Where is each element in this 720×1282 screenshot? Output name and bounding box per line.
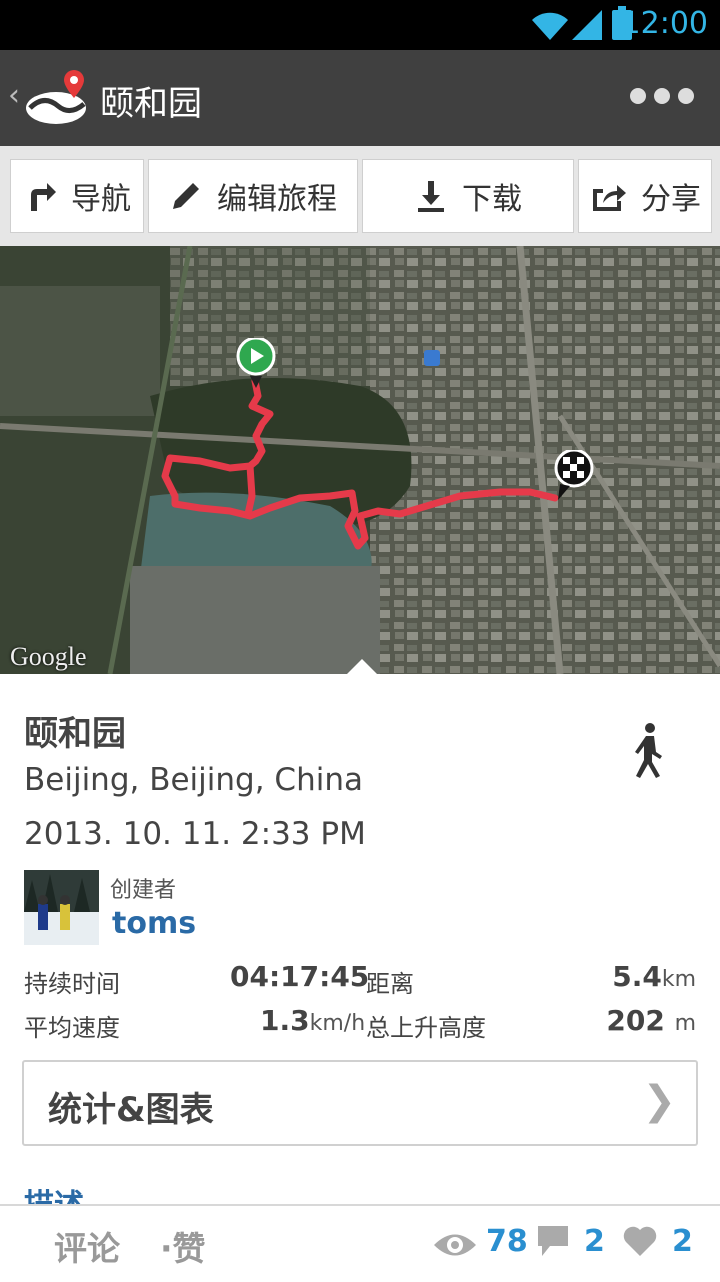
duration-value: 04:17:45 [230, 960, 370, 993]
signal-icon [572, 10, 602, 40]
start-marker-icon[interactable] [236, 338, 276, 390]
ascent-label: 总上升高度 [366, 1014, 486, 1042]
heart-icon[interactable] [622, 1224, 658, 1258]
toolbar: 导航 编辑旅程 下载 分享 [0, 146, 720, 246]
comment-button[interactable]: 评论 [54, 1222, 120, 1270]
description-link[interactable]: 描述 [24, 1180, 84, 1206]
satellite-map-image [0, 246, 720, 674]
action-bar: ‹ 颐和园 [0, 50, 720, 146]
download-icon [418, 181, 444, 212]
ascent-value: 202 m [606, 1004, 696, 1037]
route-title: 颐和园 [24, 714, 126, 754]
overflow-menu-icon[interactable] [630, 88, 694, 104]
navigate-icon [31, 183, 56, 211]
walk-icon [635, 723, 662, 778]
map-attribution: Google [10, 642, 87, 671]
status-time: 12:00 [621, 6, 708, 41]
share-button[interactable]: 分享 [578, 159, 712, 233]
comment-icon[interactable] [536, 1224, 570, 1258]
map-pointer [346, 659, 378, 674]
comments-count: 2 [584, 1224, 605, 1259]
edit-trip-button[interactable]: 编辑旅程 [148, 159, 358, 233]
avg-speed-label: 平均速度 [24, 1014, 120, 1042]
wifi-icon [532, 12, 568, 41]
duration-label: 持续时间 [24, 970, 120, 998]
views-count: 78 [486, 1224, 528, 1259]
share-icon [593, 185, 626, 211]
creator-name-link[interactable]: toms [112, 906, 196, 941]
download-button[interactable]: 下载 [362, 159, 574, 233]
likes-count: 2 [672, 1224, 693, 1259]
back-icon[interactable]: ‹ [8, 78, 20, 113]
share-label: 分享 [641, 182, 701, 217]
page-title: 颐和园 [100, 84, 202, 124]
distance-label: 距离 [366, 970, 414, 998]
creator-label: 创建者 [110, 878, 177, 903]
edit-label: 编辑旅程 [217, 182, 337, 217]
eye-icon [434, 1234, 476, 1256]
avg-speed-value: 1.3km/h [260, 1004, 366, 1037]
avatar[interactable] [24, 870, 99, 945]
app-logo-icon[interactable] [24, 68, 94, 128]
distance-value: 5.4km [612, 960, 696, 993]
navigate-label: 导航 [71, 182, 131, 217]
status-bar: 12:00 [0, 0, 720, 50]
route-datetime: 2013. 10. 11. 2:33 PM [24, 816, 366, 852]
bottom-action-bar: 评论 ·赞 78 2 2 [0, 1204, 720, 1282]
route-map[interactable]: Google [0, 246, 720, 674]
navigate-button[interactable]: 导航 [10, 159, 144, 233]
route-location: Beijing, Beijing, China [24, 762, 363, 798]
finish-marker-icon[interactable] [554, 450, 594, 502]
download-label: 下载 [462, 182, 522, 217]
stats-charts-button[interactable]: 统计&图表 ❯ [22, 1060, 698, 1146]
edit-icon [173, 183, 199, 209]
chevron-right-icon: ❯ [642, 1078, 676, 1124]
stats-charts-label: 统计&图表 [48, 1090, 214, 1130]
like-button[interactable]: ·赞 [160, 1222, 206, 1270]
